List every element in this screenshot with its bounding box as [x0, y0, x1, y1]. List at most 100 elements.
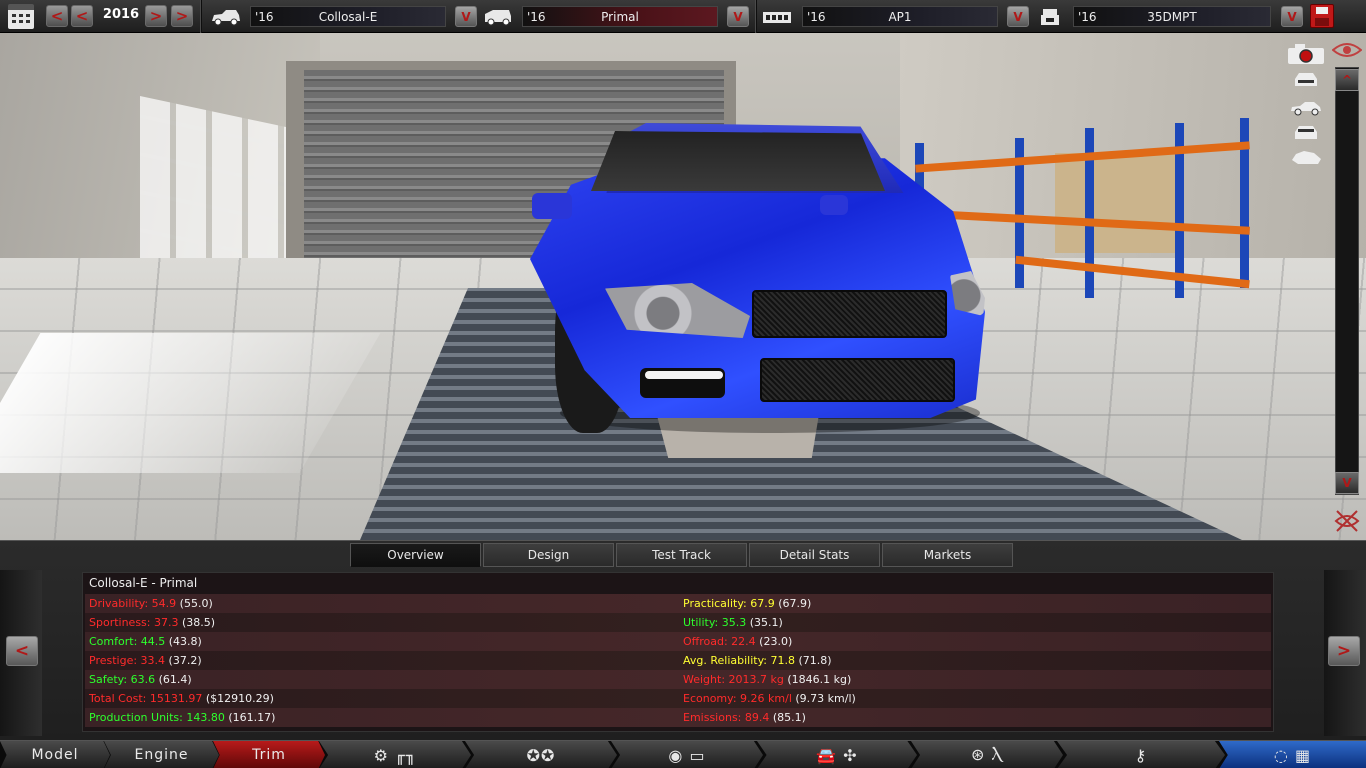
- year-next-button[interactable]: >: [145, 5, 167, 27]
- nav-model[interactable]: Model: [0, 741, 110, 768]
- stat-value: Weight: 2013.7 kg: [683, 673, 788, 686]
- car-body-icon: [212, 10, 240, 26]
- car-mirror-left: [532, 193, 572, 219]
- eye-icon[interactable]: [1332, 42, 1362, 58]
- stat-value: Prestige: 33.4: [89, 654, 169, 667]
- aero-cooling-icon: 🚘 ✣: [816, 745, 858, 765]
- year-next-fast-button[interactable]: >: [171, 5, 193, 27]
- engine-block-icon: [763, 12, 791, 23]
- wheels-icon: ✪✪: [526, 745, 556, 765]
- stat-drivability: Drivability: 54.9 (55.0): [89, 597, 213, 610]
- variant-dropdown-button[interactable]: V: [1281, 6, 1303, 27]
- nav-engine[interactable]: Engine: [104, 741, 219, 768]
- hide-panel-icon[interactable]: [1333, 507, 1361, 535]
- car-windshield: [591, 131, 885, 191]
- stats-row: Safety: 63.6 (61.4) Weight: 2013.7 kg (18…: [85, 670, 1271, 689]
- variant-select[interactable]: '16 35DMPT: [1073, 6, 1271, 27]
- nav-trim[interactable]: Trim: [213, 741, 325, 768]
- stat-previous: (35.1): [749, 616, 783, 629]
- trim-name: Primal: [601, 9, 639, 24]
- panel-tabs: Overview Design Test Track Detail Stats …: [350, 543, 1013, 567]
- nav-transmission[interactable]: ⚙ ╓╖: [319, 741, 471, 768]
- stat-previous: (9.73 km/l): [795, 692, 856, 705]
- car-upper-grille: [752, 290, 947, 338]
- toolbar-separator: [200, 0, 202, 33]
- stats-row: Sportiness: 37.3 (38.5) Utility: 35.3 (35…: [85, 613, 1271, 632]
- nav-aero-cooling[interactable]: 🚘 ✣: [757, 741, 917, 768]
- stat-offroad: Offroad: 22.4 (23.0): [683, 635, 792, 648]
- nav-model-label: Model: [31, 747, 79, 763]
- trim-select[interactable]: '16 Primal: [522, 6, 718, 27]
- stat-value: Economy: 9.26 km/l: [683, 692, 796, 705]
- nav-interior[interactable]: ⊛ Ⲗ: [911, 741, 1063, 768]
- tab-markets[interactable]: Markets: [882, 543, 1013, 567]
- year-prev-button[interactable]: <: [71, 5, 93, 27]
- nav-wheels[interactable]: ✪✪: [465, 741, 617, 768]
- stat-production-units: Production Units: 143.80 (161.17): [89, 711, 275, 724]
- save-icon[interactable]: [1310, 4, 1334, 28]
- engine-variant-icon: [1041, 9, 1059, 25]
- stats-row: Production Units: 143.80 (161.17) Emissio…: [85, 708, 1271, 727]
- scene-scrollbar[interactable]: [1335, 67, 1359, 495]
- scroll-up-button[interactable]: ^: [1335, 69, 1359, 91]
- stat-previous: (1846.1 kg): [787, 673, 852, 686]
- test-finish-icon: ◌ ▦: [1273, 745, 1312, 765]
- variant-name: 35DMPT: [1147, 9, 1197, 24]
- stat-previous: (67.9): [778, 597, 812, 610]
- year-prev-fast-button[interactable]: <: [46, 5, 68, 27]
- nav-engine-label: Engine: [134, 747, 189, 763]
- gear-transmission-icon: ⚙ ╓╖: [373, 745, 417, 765]
- stat-value: Sportiness: 37.3: [89, 616, 182, 629]
- stat-value: Total Cost: 15131.97: [89, 692, 206, 705]
- stat-emissions: Emissions: 89.4 (85.1): [683, 711, 806, 724]
- stat-sportiness: Sportiness: 37.3 (38.5): [89, 616, 215, 629]
- car-rear-view-icon[interactable]: [1290, 123, 1322, 141]
- stat-value: Emissions: 89.4: [683, 711, 773, 724]
- camera-record-icon[interactable]: [1287, 43, 1325, 65]
- car-3d-viewport[interactable]: [0, 33, 1366, 540]
- stat-previous: (71.8): [798, 654, 832, 667]
- stat-value: Utility: 35.3: [683, 616, 750, 629]
- engine-dropdown-button[interactable]: V: [1007, 6, 1029, 27]
- tab-design[interactable]: Design: [483, 543, 614, 567]
- car-side-view-icon[interactable]: [1290, 98, 1322, 116]
- tab-test-track[interactable]: Test Track: [616, 543, 747, 567]
- overview-stats: Collosal-E - Primal Drivability: 54.9 (5…: [82, 572, 1274, 732]
- stat-previous: (55.0): [179, 597, 213, 610]
- nav-brakes-suspension[interactable]: ◉ ▭: [611, 741, 763, 768]
- nav-test-finish[interactable]: ◌ ▦: [1219, 741, 1366, 768]
- nav-trim-label: Trim: [252, 747, 286, 763]
- interior-seat-icon: ⊛ Ⲗ: [971, 745, 1003, 764]
- toolbar-separator: [755, 0, 757, 33]
- car-mirror-right: [820, 195, 848, 215]
- calendar-icon[interactable]: [8, 4, 34, 29]
- stats-title: Collosal-E - Primal: [89, 576, 198, 590]
- stat-avg-reliability: Avg. Reliability: 71.8 (71.8): [683, 654, 832, 667]
- brakes-suspension-icon: ◉ ▭: [668, 745, 706, 765]
- tab-detail-stats[interactable]: Detail Stats: [749, 543, 880, 567]
- trim-year: '16: [527, 9, 546, 24]
- designer-nav: Model Engine Trim ⚙ ╓╖ ✪✪ ◉ ▭ 🚘 ✣ ⊛ Ⲗ ⚷ …: [0, 740, 1366, 768]
- year-label: 2016: [102, 7, 140, 22]
- stat-previous: (161.17): [228, 711, 276, 724]
- stat-previous: (23.0): [759, 635, 793, 648]
- model-dropdown-button[interactable]: V: [455, 6, 477, 27]
- fuel-injector-icon: ⚷: [1134, 745, 1148, 765]
- tab-overview[interactable]: Overview: [350, 543, 481, 567]
- stat-value: Comfort: 44.5: [89, 635, 169, 648]
- car-front-view-icon[interactable]: [1290, 70, 1322, 88]
- model-select[interactable]: '16 Collosal-E: [250, 6, 446, 27]
- stat-previous: ($12910.29): [205, 692, 274, 705]
- nav-fuel-system[interactable]: ⚷: [1057, 741, 1225, 768]
- scroll-down-button[interactable]: V: [1335, 472, 1359, 494]
- trim-dropdown-button[interactable]: V: [727, 6, 749, 27]
- panel-prev-button[interactable]: <: [6, 636, 38, 666]
- panel-next-button[interactable]: >: [1328, 636, 1360, 666]
- stat-value: Production Units: 143.80: [89, 711, 229, 724]
- stat-value: Practicality: 67.9: [683, 597, 779, 610]
- model-name: Collosal-E: [318, 9, 378, 24]
- stat-safety: Safety: 63.6 (61.4): [89, 673, 192, 686]
- car-angle-view-icon[interactable]: [1290, 148, 1322, 166]
- stats-row: Total Cost: 15131.97 ($12910.29) Economy:…: [85, 689, 1271, 708]
- engine-select[interactable]: '16 AP1: [802, 6, 998, 27]
